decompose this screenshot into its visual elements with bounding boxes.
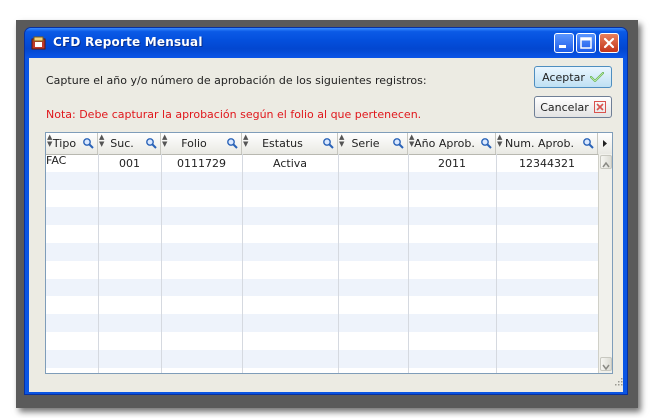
magnifier-icon[interactable] — [82, 137, 94, 149]
table-row — [46, 190, 598, 208]
column-header-serie[interactable]: ▲ ▼ Serie — [338, 133, 408, 154]
magnifier-icon[interactable] — [322, 137, 334, 149]
magnifier-icon[interactable] — [582, 137, 594, 149]
table-row — [46, 278, 598, 297]
table-row — [46, 349, 598, 368]
chevron-up-icon — [602, 161, 610, 168]
magnifier-icon[interactable] — [392, 137, 404, 149]
minimize-button[interactable] — [554, 33, 574, 53]
table-row — [46, 207, 598, 226]
table-row[interactable]: FAC 001 0111729 Activa 2011 12344321 — [46, 154, 598, 172]
column-divider — [242, 154, 243, 373]
cancel-button[interactable]: Cancelar — [534, 96, 612, 118]
close-icon — [603, 37, 615, 49]
dialog-window: CFD Reporte Mensual Capture el año y/o n… — [24, 27, 628, 395]
title-bar[interactable]: CFD Reporte Mensual — [25, 28, 627, 58]
accept-button-label: Aceptar — [542, 70, 585, 84]
column-divider — [496, 154, 497, 373]
table-row — [46, 243, 598, 261]
check-icon — [589, 72, 604, 82]
column-divider — [408, 154, 409, 373]
cell-folio: 0111729 — [177, 157, 226, 170]
chevron-down-icon — [602, 364, 610, 371]
cancel-button-label: Cancelar — [540, 100, 589, 114]
magnifier-icon[interactable] — [145, 137, 157, 149]
magnifier-icon[interactable] — [480, 137, 492, 149]
column-header-num-aprob[interactable]: ▲ ▼ Num. Aprob. — [496, 133, 598, 154]
table-row — [46, 314, 598, 332]
vertical-scrollbar[interactable] — [598, 154, 612, 373]
cell-suc: 001 — [119, 157, 140, 170]
table-row — [46, 296, 598, 314]
note-text: Nota: Debe capturar la aprobación según … — [46, 108, 422, 121]
column-divider — [98, 154, 99, 373]
magnifier-icon[interactable] — [226, 137, 238, 149]
app-icon — [31, 36, 46, 50]
scroll-down-button[interactable] — [600, 357, 612, 371]
table-header: ▲▼ Tipo ▲▼ Suc. ▲▼ Folio ▲▼ Estatus — [46, 133, 612, 155]
dialog-body: Capture el año y/o número de aprobación … — [29, 58, 623, 392]
cell-num-aprob[interactable]: 12344321 — [496, 157, 598, 170]
column-header-folio[interactable]: ▲ ▼ Folio — [161, 133, 242, 154]
accept-button[interactable]: Aceptar — [534, 66, 612, 88]
x-icon — [593, 101, 606, 113]
column-header-estatus[interactable]: ▲ ▼ Estatus — [242, 133, 338, 154]
records-table: ▲▼ Tipo ▲▼ Suc. ▲▼ Folio ▲▼ Estatus — [45, 132, 613, 374]
column-header-suc[interactable]: ▲ ▼ Suc. — [98, 133, 161, 154]
column-header-tipo[interactable]: ▲ ▼ Tipo — [46, 133, 98, 154]
column-divider — [161, 154, 162, 373]
table-row — [46, 225, 598, 243]
scroll-up-button[interactable] — [600, 155, 612, 169]
maximize-button[interactable] — [576, 33, 596, 53]
table-row — [46, 332, 598, 350]
cell-tipo: FAC — [46, 154, 67, 167]
instruction-text: Capture el año y/o número de aprobación … — [46, 74, 427, 87]
close-button[interactable] — [599, 33, 619, 53]
chevron-right-icon — [603, 140, 607, 147]
cell-estatus: Activa — [273, 157, 307, 170]
table-row — [46, 261, 598, 279]
cell-anio-aprob[interactable]: 2011 — [408, 157, 496, 170]
window-title: CFD Reporte Mensual — [53, 35, 203, 49]
maximize-icon — [580, 37, 592, 49]
resize-grip-icon[interactable] — [615, 378, 623, 386]
table-row — [46, 171, 598, 190]
minimize-icon — [559, 45, 566, 48]
column-header-anio-aprob[interactable]: ▲ ▼ Año Aprob. — [408, 133, 496, 154]
column-divider — [338, 154, 339, 373]
scroll-right-button[interactable] — [598, 133, 612, 154]
